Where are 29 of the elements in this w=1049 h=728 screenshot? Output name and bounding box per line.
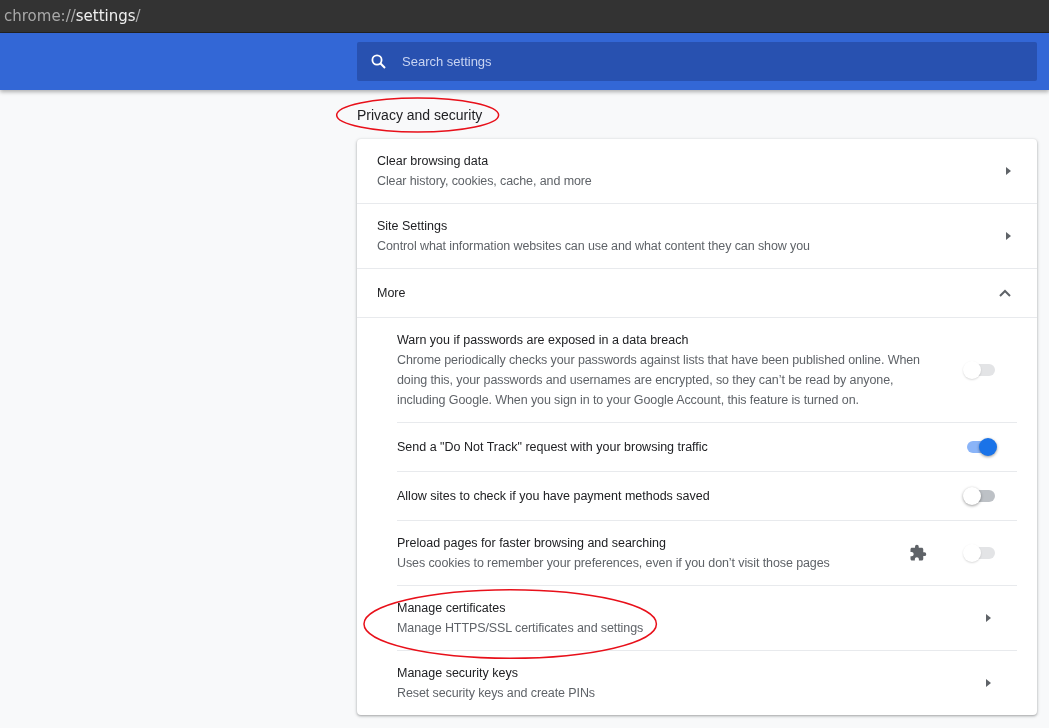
setting-description: Uses cookies to remember your preferences, even if you don’t visit those pages	[397, 555, 831, 572]
search-field[interactable]: Search settings	[400, 53, 1023, 70]
url-path: settings	[75, 7, 136, 25]
caret-right-icon[interactable]	[986, 679, 991, 687]
toggle-switch[interactable]	[963, 488, 997, 504]
setting-title: Manage security keys	[397, 665, 518, 682]
url-slash: /	[135, 7, 141, 25]
setting-title: Preload pages for faster browsing and searching	[397, 535, 666, 552]
setting-title: Manage certificates	[397, 598, 506, 618]
caret-right-icon[interactable]	[1006, 167, 1011, 175]
caret-right-icon[interactable]	[986, 614, 991, 622]
setting-description: Control what information websites can use and what content they can show you	[377, 238, 811, 255]
caret-right-icon[interactable]	[1006, 232, 1011, 240]
setting-description: Manage HTTPS/SSL certificates and settings	[397, 620, 645, 637]
setting-title: Send a "Do Not Track" request with your browsing traffic	[397, 439, 708, 456]
address-bar[interactable]: chrome://settings/	[0, 0, 1049, 33]
setting-description: Chrome periodically checks your passwords against lists that have been published online. When doing this, your passwords and usernames are encrypted, so they can’t be read by anyone, including Google. When you sign in to your Google Account, this feature is turned on.	[397, 352, 921, 409]
setting-title: More	[377, 285, 406, 302]
section-title: Privacy and security	[357, 107, 483, 123]
search-box[interactable]: Search settings	[357, 42, 1037, 81]
setting-title: Clear browsing data	[377, 153, 489, 170]
setting-title: Allow sites to check if you have payment methods saved	[397, 488, 710, 505]
search-icon	[371, 54, 386, 69]
url-scheme: chrome://	[4, 7, 76, 25]
chevron-up-icon[interactable]	[999, 289, 1011, 297]
setting-description: Clear history, cookies, cache, and more	[377, 173, 593, 190]
setting-title: Warn you if passwords are exposed in a data breach	[397, 332, 689, 349]
setting-description: Reset security keys and create PINs	[397, 685, 596, 702]
setting-title: Site Settings	[377, 218, 448, 235]
